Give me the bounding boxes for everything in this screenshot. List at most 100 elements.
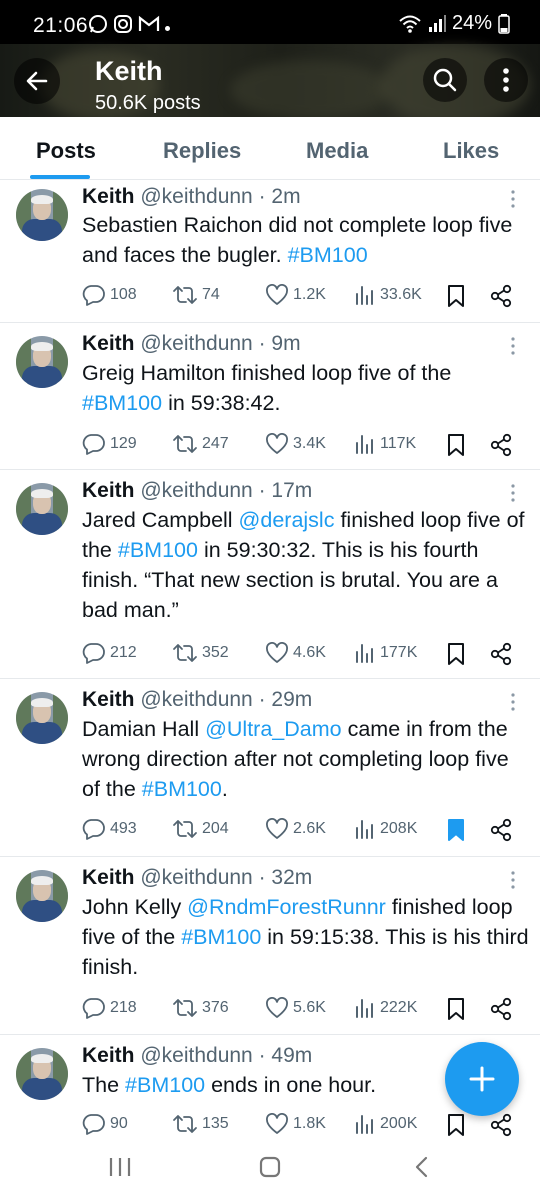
bookmark-icon [446,284,466,308]
share-button[interactable] [490,642,512,666]
views-button[interactable]: 117K [354,433,416,455]
share-button[interactable] [490,433,512,457]
like-button[interactable]: 2.6K [265,818,326,840]
share-button[interactable] [490,284,512,308]
bookmark-button[interactable] [446,642,466,666]
views-icon [354,997,376,1019]
author-handle[interactable]: @keithdunn [140,185,252,208]
like-button[interactable]: 4.6K [265,642,326,664]
bookmark-icon [446,818,466,842]
repost-button[interactable]: 135 [172,1113,229,1135]
tweet-text: Sebastien Raichon did not complete loop … [82,210,530,270]
author-name[interactable]: Keith [82,185,135,208]
like-button[interactable]: 1.2K [265,284,326,306]
views-button[interactable]: 222K [354,997,417,1019]
bookmark-button[interactable] [446,997,466,1021]
tweet[interactable]: Keith @keithdunn · 17m Jared Campbell @d… [0,470,540,679]
author-name[interactable]: Keith [82,1044,135,1067]
reply-button[interactable]: 90 [82,1113,128,1135]
avatar[interactable] [16,1048,68,1100]
repost-button[interactable]: 247 [172,433,229,455]
author-handle[interactable]: @keithdunn [140,332,252,355]
tweet[interactable]: Keith @keithdunn · 9m Greig Hamilton fin… [0,323,540,470]
author-handle[interactable]: @keithdunn [140,866,252,889]
tweet-actions: 218 376 5.6K 222K [82,997,522,1021]
mention-link[interactable]: @Ultra_Damo [205,717,342,741]
heart-icon [265,997,289,1019]
tweet-more-icon[interactable] [505,189,521,209]
hashtag-link[interactable]: #BM100 [181,925,261,949]
active-tab-indicator [30,175,90,179]
author-handle[interactable]: @keithdunn [140,479,252,502]
author-name[interactable]: Keith [82,479,135,502]
back-button[interactable] [14,58,60,104]
views-button[interactable]: 33.6K [354,284,422,306]
tweet-more-icon[interactable] [505,692,521,712]
repost-button[interactable]: 352 [172,642,229,664]
author-name[interactable]: Keith [82,688,135,711]
mention-link[interactable]: @RndmForestRunnr [187,895,386,919]
hashtag-link[interactable]: #BM100 [118,538,198,562]
reposts-count: 204 [202,820,229,837]
reposts-count: 376 [202,999,229,1016]
share-icon [490,433,512,457]
views-button[interactable]: 200K [354,1113,417,1135]
avatar[interactable] [16,189,68,241]
avatar[interactable] [16,870,68,922]
share-button[interactable] [490,818,512,842]
share-button[interactable] [490,997,512,1021]
tab-posts[interactable]: Posts [36,138,96,164]
reply-button[interactable]: 129 [82,433,137,455]
hashtag-link[interactable]: #BM100 [125,1073,205,1097]
avatar[interactable] [16,692,68,744]
author-name[interactable]: Keith [82,866,135,889]
bookmark-button[interactable] [446,818,466,842]
views-button[interactable]: 208K [354,818,417,840]
more-options-button[interactable] [484,58,528,102]
mention-link[interactable]: @derajslc [239,508,335,532]
repost-icon [172,997,198,1019]
compose-button[interactable] [445,1042,519,1116]
home-icon[interactable] [258,1156,282,1178]
system-back-icon[interactable] [412,1156,432,1178]
tweet-more-icon[interactable] [505,336,521,356]
repost-button[interactable]: 74 [172,284,220,306]
tab-media[interactable]: Media [306,138,368,164]
tweet[interactable]: Keith @keithdunn · 32m John Kelly @RndmF… [0,857,540,1035]
tweet-header: Keith @keithdunn · 17m [82,479,312,503]
author-handle[interactable]: @keithdunn [140,1044,252,1067]
bookmark-button[interactable] [446,433,466,457]
reply-button[interactable]: 493 [82,818,137,840]
gmail-icon [138,15,160,31]
views-icon [354,642,376,664]
reply-button[interactable]: 212 [82,642,137,664]
tweet[interactable]: Keith @keithdunn · 2m Sebastien Raichon … [0,181,540,323]
bookmark-button[interactable] [446,284,466,308]
hashtag-link[interactable]: #BM100 [142,777,222,801]
reply-button[interactable]: 218 [82,997,137,1019]
avatar[interactable] [16,483,68,535]
tweet-header: Keith @keithdunn · 9m [82,332,301,356]
search-button[interactable] [423,58,467,102]
avatar[interactable] [16,336,68,388]
hashtag-link[interactable]: #BM100 [82,391,162,415]
bookmark-button[interactable] [446,1113,466,1137]
repost-button[interactable]: 204 [172,818,229,840]
author-name[interactable]: Keith [82,332,135,355]
reply-button[interactable]: 108 [82,284,137,306]
repost-button[interactable]: 376 [172,997,229,1019]
author-handle[interactable]: @keithdunn [140,688,252,711]
like-button[interactable]: 1.8K [265,1113,326,1135]
tweet-more-icon[interactable] [505,870,521,890]
share-button[interactable] [490,1113,512,1137]
tab-likes[interactable]: Likes [443,138,499,164]
hashtag-link[interactable]: #BM100 [288,243,368,267]
tweet[interactable]: Keith @keithdunn · 29m Damian Hall @Ultr… [0,679,540,857]
views-button[interactable]: 177K [354,642,417,664]
tab-replies[interactable]: Replies [163,138,241,164]
recent-apps-icon[interactable] [108,1156,132,1178]
wifi-icon [399,15,421,33]
like-button[interactable]: 3.4K [265,433,326,455]
tweet-more-icon[interactable] [505,483,521,503]
like-button[interactable]: 5.6K [265,997,326,1019]
